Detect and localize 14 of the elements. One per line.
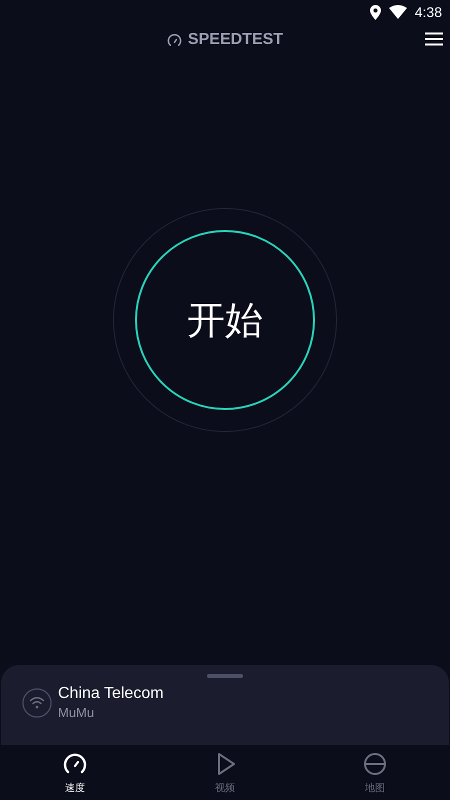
drag-handle[interactable] xyxy=(207,674,243,678)
clock-time: 4:38 xyxy=(414,4,442,20)
gauge-icon xyxy=(166,32,182,48)
start-button[interactable]: 开始 xyxy=(135,230,315,410)
app-title: SPEEDTEST xyxy=(188,31,284,49)
location-icon xyxy=(370,4,381,20)
network-name: MuMu xyxy=(58,705,96,720)
provider-name: China Telecom xyxy=(58,685,164,703)
menu-icon[interactable] xyxy=(425,32,443,46)
nav-tab[interactable]: 视频 xyxy=(150,745,300,800)
wifi-icon xyxy=(388,5,407,19)
nav-tab[interactable]: 地图 xyxy=(300,745,450,800)
wifi-icon xyxy=(22,688,52,718)
nav-tab[interactable]: 速度 xyxy=(0,745,150,800)
